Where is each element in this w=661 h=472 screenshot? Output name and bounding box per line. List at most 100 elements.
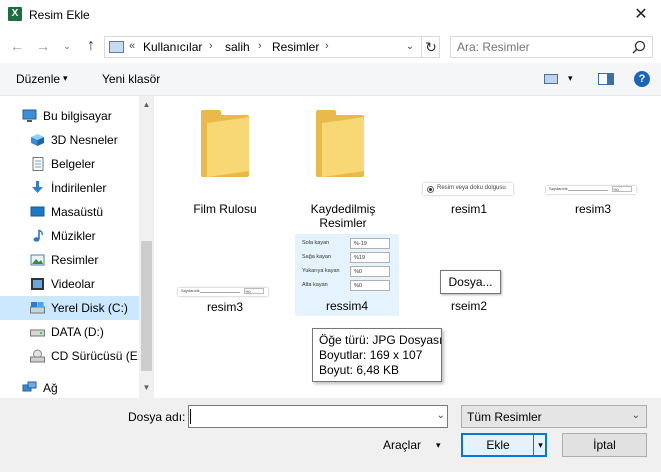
- file-item-resim3[interactable]: Saydamlık %0 resim3: [536, 176, 646, 216]
- nav-label: Yerel Disk (C:): [51, 301, 128, 315]
- desktop-icon: [30, 206, 45, 217]
- breadcrumb-separator[interactable]: ›: [209, 40, 213, 52]
- breadcrumb-separator[interactable]: ›: [325, 40, 329, 52]
- forward-arrow-icon[interactable]: →: [34, 37, 52, 55]
- nav-label: Masaüstü: [51, 205, 104, 219]
- up-arrow-icon[interactable]: ↑: [82, 37, 100, 55]
- nav-label: Müzikler: [51, 229, 96, 243]
- nav-label: Videolar: [51, 277, 95, 291]
- thumbnail-row: Sola kayan %-19: [302, 238, 394, 250]
- cd-drive-icon: [30, 349, 45, 363]
- file-item-film-rulosu[interactable]: Film Rulosu: [170, 104, 280, 224]
- file-name: resim3: [206, 300, 243, 314]
- nav-item-this-pc[interactable]: Bu bilgisayar: [0, 104, 139, 128]
- thumbnail-text: %-19: [350, 238, 390, 249]
- search-input[interactable]: [457, 40, 627, 54]
- nav-item-desktop[interactable]: Masaüstü: [0, 200, 139, 224]
- nav-label: 3D Nesneler: [51, 133, 118, 147]
- organize-caret-icon[interactable]: ▾: [63, 73, 68, 84]
- change-view-icon[interactable]: [544, 74, 558, 84]
- 3d-objects-icon: [31, 134, 44, 146]
- navigation-pane: Bu bilgisayar 3D Nesneler Belgeler İndir…: [0, 96, 154, 398]
- thumbnail-row: Yukarıya kayan %0: [302, 266, 394, 278]
- folder-icon: [201, 110, 249, 177]
- thumbnail-text: %0: [350, 266, 390, 277]
- filetype-dropdown-icon: ⌄: [631, 410, 640, 421]
- file-item-resim3[interactable]: Saydamlık %0 resim3: [170, 274, 280, 314]
- tooltip-dimensions: Boyutlar: 169 x 107: [319, 348, 423, 362]
- dialog-footer: Dosya adı: ⌄ Tüm Resimler ⌄ Araçlar ▾ Ek…: [0, 398, 661, 472]
- new-folder-button[interactable]: Yeni klasör: [102, 72, 160, 86]
- insert-options-caret-icon[interactable]: ▾: [533, 435, 547, 455]
- nav-item-cd-drive[interactable]: CD Sürücüsü (E:): [0, 344, 145, 368]
- thumbnail-text: Alta kayan: [302, 282, 328, 288]
- file-info-tooltip: Öğe türü: JPG Dosyası Boyutlar: 169 x 10…: [312, 328, 442, 382]
- insert-button[interactable]: Ekle ▾: [461, 433, 547, 457]
- file-item-kaydedilmis-resimler[interactable]: Kaydedilmiş Resimler: [292, 104, 402, 234]
- drive-icon: [30, 329, 45, 337]
- music-icon: [33, 229, 43, 242]
- filename-combobox[interactable]: ⌄: [188, 405, 448, 428]
- nav-item-3d-objects[interactable]: 3D Nesneler: [0, 128, 139, 152]
- file-name: resim1: [450, 202, 487, 216]
- nav-item-network[interactable]: Ağ: [0, 376, 139, 400]
- scroll-down-icon[interactable]: ▼: [139, 379, 154, 396]
- tools-button[interactable]: Araçlar: [383, 438, 421, 452]
- address-dropdown-icon[interactable]: ⌄: [403, 39, 417, 55]
- thumbnail-text: Saydamlık: [549, 186, 568, 191]
- slider-value: %0: [612, 186, 632, 192]
- text-cursor: [190, 409, 191, 424]
- nav-label: Belgeler: [51, 157, 96, 171]
- file-item-resim1[interactable]: Resim veya doku dolgusu resim1: [414, 176, 524, 216]
- tools-caret-icon[interactable]: ▾: [436, 440, 441, 451]
- breadcrumb-kullanicilar[interactable]: Kullanıcılar: [143, 40, 202, 54]
- nav-item-music[interactable]: Müzikler: [0, 224, 139, 248]
- file-name: ressim4: [325, 299, 368, 313]
- slider-track: [568, 190, 608, 191]
- recent-locations-icon[interactable]: ⌄: [58, 37, 76, 55]
- organize-button[interactable]: Düzenle: [16, 72, 60, 86]
- breadcrumb-overflow[interactable]: «: [129, 40, 135, 52]
- thumbnail-text: Sola kayan: [302, 240, 330, 246]
- thumbnail-text: Sağa kayan: [302, 254, 332, 260]
- nav-label: Bu bilgisayar: [43, 109, 112, 123]
- nav-item-pictures[interactable]: Resimler: [0, 248, 139, 272]
- slider-track: [200, 292, 240, 293]
- file-thumbnail-button[interactable]: Dosya...: [440, 270, 501, 294]
- scroll-up-icon[interactable]: ▲: [139, 96, 154, 113]
- navigation-scrollbar[interactable]: ▲ ▼: [139, 96, 154, 398]
- cancel-button[interactable]: İptal: [562, 433, 647, 457]
- window-title: Resim Ekle: [29, 8, 90, 22]
- address-bar[interactable]: « Kullanıcılar › salih › Resimler › ⌄ ↻: [104, 36, 440, 58]
- view-options-caret-icon[interactable]: ▾: [568, 73, 573, 84]
- nav-item-documents[interactable]: Belgeler: [0, 152, 139, 176]
- refresh-icon[interactable]: ↻: [421, 37, 440, 57]
- filetype-select[interactable]: Tüm Resimler ⌄: [461, 405, 647, 428]
- close-button[interactable]: ✕: [621, 0, 661, 30]
- filename-input[interactable]: [192, 409, 422, 423]
- nav-label: CD Sürücüsü (E:): [51, 349, 146, 363]
- back-arrow-icon[interactable]: ←: [8, 37, 26, 55]
- scrollbar-thumb[interactable]: [141, 241, 152, 371]
- breadcrumb-resimler[interactable]: Resimler: [272, 40, 319, 54]
- nav-item-local-disk[interactable]: Yerel Disk (C:): [0, 296, 139, 320]
- filename-dropdown-icon[interactable]: ⌄: [437, 410, 445, 421]
- videos-icon: [31, 278, 44, 290]
- file-item-ressim4[interactable]: Sola kayan %-19 Sağa kayan %19 Yukarıya …: [295, 234, 399, 316]
- search-box[interactable]: [450, 36, 653, 58]
- breadcrumb-separator[interactable]: ›: [258, 40, 262, 52]
- excel-icon: X: [8, 7, 22, 21]
- filetype-value: Tüm Resimler: [467, 410, 542, 424]
- thumbnail-text: Saydamlık: [181, 288, 200, 293]
- file-name: resim3: [574, 202, 611, 216]
- preview-pane-icon[interactable]: [598, 73, 614, 85]
- folder-icon: [316, 110, 364, 177]
- image-thumbnail: Saydamlık %0: [178, 288, 268, 296]
- breadcrumb-salih[interactable]: salih: [225, 40, 250, 54]
- nav-item-videos[interactable]: Videolar: [0, 272, 139, 296]
- help-icon[interactable]: ?: [634, 71, 650, 87]
- nav-item-data-drive[interactable]: DATA (D:): [0, 320, 139, 344]
- nav-label: Resimler: [51, 253, 99, 267]
- nav-item-downloads[interactable]: İndirilenler: [0, 176, 139, 200]
- documents-icon: [32, 157, 44, 171]
